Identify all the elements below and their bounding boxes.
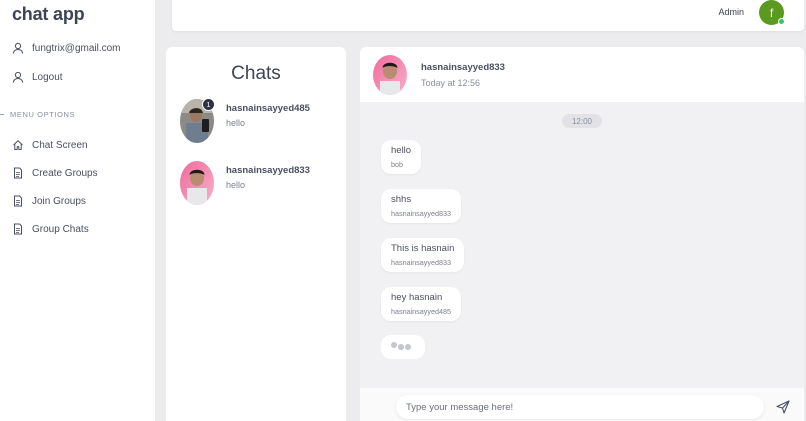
typing-dot	[391, 342, 397, 348]
message-text: hello	[391, 145, 412, 156]
sidebar-item-label: Group Chats	[32, 223, 89, 235]
conversation-panel: hasnainsayyed833 Today at 12:56 12:00 he…	[360, 47, 804, 421]
chat-name: hasnainsayyed833	[226, 165, 310, 176]
message-bubble: hello bob	[381, 140, 422, 174]
send-icon[interactable]	[776, 400, 790, 414]
typing-indicator	[381, 335, 425, 359]
avatar-initial: f	[769, 5, 774, 20]
top-bar: Admin f	[172, 0, 804, 31]
typing-dot	[405, 344, 411, 350]
menu-header-divider	[0, 114, 4, 115]
message-bubble: shhs hasnainsayyed833	[381, 189, 461, 223]
menu-options-header: MENU OPTIONS	[0, 110, 75, 119]
message-sender: hasnainsayyed485	[391, 307, 451, 316]
chat-name: hasnainsayyed485	[226, 103, 310, 114]
message-text: hey hasnain	[391, 292, 443, 303]
chats-title: Chats	[231, 63, 281, 84]
user-icon	[12, 42, 24, 54]
sidebar-item-label: Chat Screen	[32, 139, 88, 151]
message-input[interactable]	[396, 395, 764, 419]
sidebar-item-join-groups[interactable]: Join Groups	[12, 195, 86, 207]
online-status-dot	[778, 18, 785, 25]
typing-dot	[398, 344, 404, 350]
sidebar: chat app fungtrix@gmail.com Logout MENU …	[0, 0, 155, 421]
sidebar-item-chat-screen[interactable]: Chat Screen	[12, 139, 88, 151]
message-sender: hasnainsayyed833	[391, 258, 451, 267]
avatar	[180, 161, 214, 205]
message-text: shhs	[391, 194, 412, 205]
sidebar-item-group-chats[interactable]: Group Chats	[12, 223, 89, 235]
account-email: fungtrix@gmail.com	[32, 42, 121, 54]
contact-avatar[interactable]	[373, 55, 407, 95]
message-bubble: hey hasnain hasnainsayyed485	[381, 287, 461, 321]
chat-preview: hello	[226, 118, 246, 128]
home-icon	[13, 140, 23, 150]
time-divider: 12:00	[562, 114, 602, 128]
user-icon	[12, 71, 24, 83]
chat-preview: hello	[226, 180, 246, 190]
conversation-header: hasnainsayyed833 Today at 12:56	[360, 47, 804, 102]
last-seen-status: Today at 12:56	[421, 78, 481, 88]
app-brand[interactable]: chat app	[12, 4, 85, 25]
admin-label: Admin	[718, 7, 744, 17]
account-email-item[interactable]: fungtrix@gmail.com	[12, 42, 121, 54]
logout-item[interactable]: Logout	[12, 71, 63, 83]
chat-list-item[interactable]: 1 hasnainsayyed485 hello	[180, 98, 340, 145]
message-text: This is hasnain	[391, 243, 455, 254]
message-sender: hasnainsayyed833	[391, 209, 451, 218]
sidebar-item-label: Create Groups	[32, 167, 98, 179]
sidebar-item-label: Join Groups	[32, 195, 86, 207]
chat-list-item[interactable]: hasnainsayyed833 hello	[180, 161, 340, 207]
sidebar-item-create-groups[interactable]: Create Groups	[12, 167, 98, 179]
message-composer	[360, 388, 804, 421]
logout-label: Logout	[32, 71, 63, 83]
message-sender: bob	[391, 160, 403, 169]
document-icon	[14, 167, 22, 179]
admin-avatar[interactable]: f	[759, 0, 785, 25]
chats-panel: Chats 1 hasnainsayyed485 hello hasnainsa…	[166, 47, 346, 421]
contact-name: hasnainsayyed833	[421, 62, 505, 73]
document-icon	[14, 223, 22, 235]
unread-badge: 1	[202, 98, 215, 111]
menu-header-label: MENU OPTIONS	[10, 110, 76, 119]
message-bubble: This is hasnain hasnainsayyed833	[381, 238, 465, 272]
document-icon	[14, 195, 22, 207]
